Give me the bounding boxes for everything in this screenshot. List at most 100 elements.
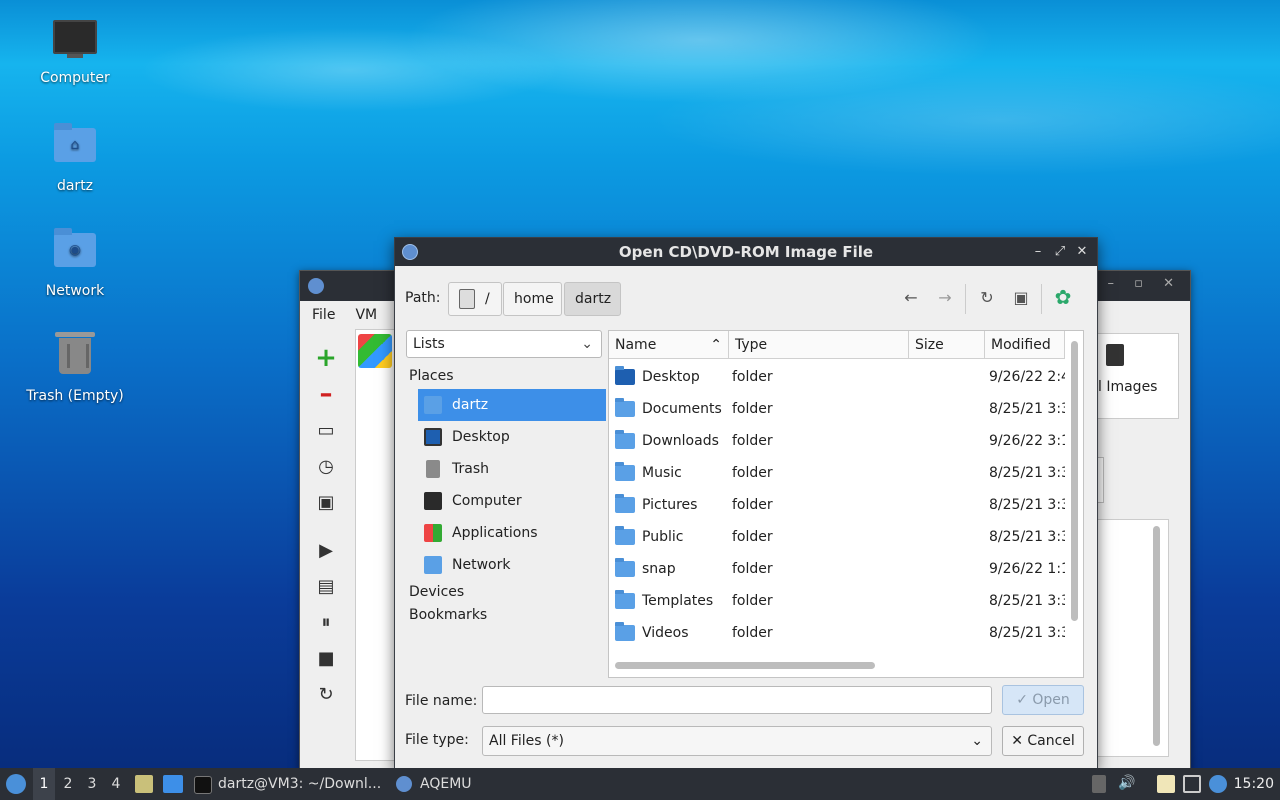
- cancel-button[interactable]: ✕ Cancel: [1002, 726, 1084, 756]
- task-terminal[interactable]: dartz@VM3: ~/Downl...: [192, 768, 408, 800]
- taskbar: 1 2 3 4 dartz@VM3: ~/Downl... AQEMU 🔊 15…: [0, 768, 1280, 800]
- task-aqemu[interactable]: AQEMU: [394, 768, 520, 800]
- show-desktop-icon[interactable]: [163, 775, 183, 793]
- place-item-desktop[interactable]: Desktop: [418, 421, 606, 453]
- place-item-network[interactable]: Network: [418, 549, 606, 581]
- place-item-computer[interactable]: Computer: [418, 485, 606, 517]
- minimize-icon[interactable]: –: [1031, 238, 1045, 266]
- file-row[interactable]: Pictures folder 8/25/21 3:3: [609, 489, 1065, 521]
- file-list[interactable]: Name ⌃ Type Size Modified Desktop folder 9/…: [608, 330, 1084, 678]
- terminal-icon: [194, 776, 212, 794]
- file-row[interactable]: Templates folder 8/25/21 3:3: [609, 585, 1065, 617]
- start-menu-icon[interactable]: [6, 774, 26, 794]
- network-tray-icon[interactable]: [1183, 775, 1201, 793]
- crumb-home[interactable]: home: [503, 282, 562, 316]
- column-header-size[interactable]: Size: [909, 331, 985, 359]
- workspace-4[interactable]: 4: [105, 768, 127, 800]
- file-row[interactable]: Music folder 8/25/21 3:3: [609, 457, 1065, 489]
- file-row[interactable]: Videos folder 8/25/21 3:3: [609, 617, 1065, 649]
- file-row[interactable]: snap folder 9/26/22 1:1: [609, 553, 1065, 585]
- settings-gear-icon[interactable]: ✿: [1051, 285, 1075, 309]
- file-row[interactable]: Documents folder 8/25/21 3:3: [609, 393, 1065, 425]
- file-row[interactable]: Downloads folder 9/26/22 3:1: [609, 425, 1065, 457]
- updates-icon[interactable]: [1209, 775, 1227, 793]
- column-header-name[interactable]: Name ⌃: [609, 331, 729, 359]
- panel-edge: [1097, 457, 1104, 503]
- clock[interactable]: 15:20: [1234, 768, 1274, 800]
- file-row[interactable]: Desktop folder 9/26/22 2:4: [609, 361, 1065, 393]
- reload-icon[interactable]: ↻: [975, 288, 999, 310]
- remove-vm-icon[interactable]: –: [313, 379, 339, 409]
- desktop-icon-network[interactable]: ◉ Network: [20, 227, 130, 299]
- desktop-icon-trash[interactable]: Trash (Empty): [20, 330, 130, 404]
- path-bar: Path: / home dartz ← → ↻ ▣ ✿: [405, 282, 1085, 316]
- pause-icon[interactable]: ⏸: [313, 609, 339, 635]
- place-item-applications[interactable]: Applications: [418, 517, 606, 549]
- downloads-folder-icon: [615, 430, 635, 449]
- volume-icon[interactable]: 🔊: [1118, 775, 1136, 793]
- place-item-dartz[interactable]: dartz: [418, 389, 606, 421]
- add-vm-icon[interactable]: +: [313, 343, 339, 373]
- menu-vm[interactable]: VM: [355, 307, 377, 323]
- file-name-label: File name:: [405, 693, 478, 709]
- sort-up-icon: ⌃: [710, 337, 722, 353]
- horizontal-scrollbar[interactable]: [615, 662, 875, 669]
- toolbar-separator: [1041, 284, 1042, 314]
- place-item-trash[interactable]: Trash: [418, 453, 606, 485]
- images-panel-label: l Images: [1098, 379, 1158, 395]
- lists-dropdown[interactable]: Lists ⌄: [406, 330, 602, 358]
- applications-icon: [424, 524, 442, 542]
- back-arrow-icon[interactable]: ←: [899, 288, 923, 310]
- aqemu-toolbar: + – ▭ ◷ ▣ ▶ ▤ ⏸ ■ ↻: [306, 337, 346, 757]
- window-controls[interactable]: – ▫ ✕: [1108, 276, 1182, 291]
- forward-arrow-icon[interactable]: →: [933, 288, 957, 310]
- wallpaper: [0, 0, 1280, 260]
- desktop-icon-home[interactable]: ⌂ dartz: [20, 122, 130, 194]
- maximize-icon[interactable]: ⤢: [1053, 238, 1067, 266]
- clock-icon[interactable]: ◷: [313, 453, 339, 479]
- save-icon[interactable]: ▤: [313, 573, 339, 599]
- crumb-root[interactable]: /: [448, 282, 502, 316]
- file-type-dropdown[interactable]: All Files (*) ⌄: [482, 726, 992, 756]
- details-scrollbar[interactable]: [1153, 526, 1160, 746]
- file-manager-icon[interactable]: [135, 775, 153, 793]
- file-row[interactable]: Public folder 8/25/21 3:3: [609, 521, 1065, 553]
- new-folder-icon[interactable]: ▣: [1009, 288, 1033, 310]
- dialog-titlebar[interactable]: Open CD\DVD-ROM Image File – ⤢ ✕: [395, 238, 1097, 266]
- stop-icon[interactable]: ■: [313, 645, 339, 671]
- play-icon[interactable]: ▶: [313, 537, 339, 563]
- workspace-3[interactable]: 3: [81, 768, 103, 800]
- desktop-icon: [424, 428, 442, 446]
- column-header-modified[interactable]: Modified: [985, 331, 1065, 359]
- column-header-type[interactable]: Type: [729, 331, 909, 359]
- disk-icon: [459, 289, 475, 309]
- clipboard-icon[interactable]: [1157, 775, 1175, 793]
- public-folder-icon: [615, 526, 635, 545]
- open-button[interactable]: ✓ Open: [1002, 685, 1084, 715]
- workspace-1[interactable]: 1: [33, 768, 55, 800]
- tray-arrow-icon[interactable]: [1092, 775, 1106, 793]
- file-name-input[interactable]: [482, 686, 992, 714]
- chevron-down-icon: ⌄: [581, 336, 593, 352]
- section-bookmarks[interactable]: Bookmarks: [409, 607, 487, 623]
- menu-file[interactable]: File: [312, 307, 335, 323]
- crumb-dartz[interactable]: dartz: [564, 282, 621, 316]
- workspace-2[interactable]: 2: [57, 768, 79, 800]
- section-devices[interactable]: Devices: [409, 584, 464, 600]
- desktop-icon-computer[interactable]: Computer: [20, 16, 130, 86]
- home-folder-icon: ⌂: [53, 123, 97, 172]
- network-icon: [424, 556, 442, 574]
- terminal-icon[interactable]: ▣: [313, 489, 339, 515]
- music-folder-icon: [615, 462, 635, 481]
- aqemu-app-icon: [308, 278, 324, 294]
- drive-icon[interactable]: ▭: [313, 417, 339, 443]
- desktop-icon-label: dartz: [56, 178, 94, 194]
- aqemu-app-icon: [396, 776, 412, 792]
- images-panel[interactable]: l Images: [1097, 333, 1179, 419]
- reset-icon[interactable]: ↻: [313, 681, 339, 707]
- close-icon[interactable]: ✕: [1075, 238, 1089, 266]
- vertical-scrollbar[interactable]: [1071, 341, 1078, 621]
- vm-list[interactable]: [355, 329, 397, 761]
- section-places[interactable]: Places: [409, 368, 454, 384]
- home-folder-icon: [424, 396, 442, 414]
